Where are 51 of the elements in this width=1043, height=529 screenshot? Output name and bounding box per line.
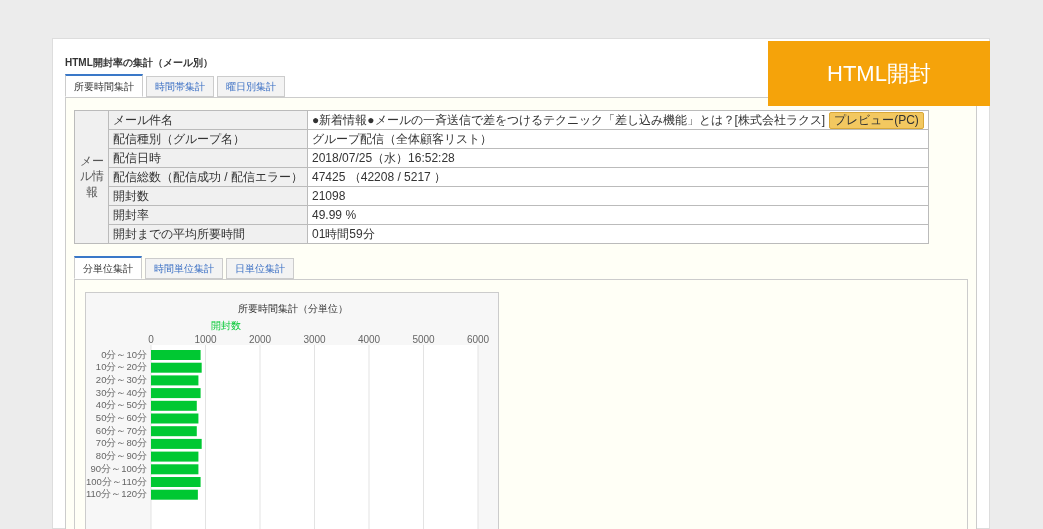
bar <box>151 464 199 475</box>
tab[interactable]: 曜日別集計 <box>217 76 285 97</box>
group-label: メール情報 <box>74 110 109 244</box>
category-label: 70分～80分 <box>95 437 147 449</box>
page-heading: HTML開封率の集計（メール別） <box>65 56 214 70</box>
category-label: 30分～40分 <box>95 386 147 398</box>
bar <box>151 477 201 487</box>
bar <box>151 438 202 449</box>
bar <box>151 451 199 462</box>
bar <box>151 375 199 386</box>
category-label: 0分～10分 <box>101 348 147 360</box>
badge: HTML開封 <box>768 41 990 106</box>
category-label: 110分～120分 <box>86 488 147 500</box>
category-label: 40分～50分 <box>95 399 147 411</box>
bar <box>151 350 201 360</box>
row-value: グループ配信（全体顧客リスト） <box>312 131 492 147</box>
row-label: メール件名 <box>108 110 308 130</box>
bar <box>151 388 201 399</box>
category-label: 20分～30分 <box>95 373 147 385</box>
bar <box>151 413 199 424</box>
category-label: 60分～70分 <box>95 424 147 436</box>
category-label: 50分～60分 <box>95 412 147 423</box>
bar <box>151 400 197 411</box>
row-value: 2018/07/25（水）16:52:28 <box>312 150 455 166</box>
tab[interactable]: 日単位集計 <box>226 258 294 279</box>
axis-tick-label: 6000 <box>466 334 490 345</box>
preview-button[interactable]: プレビュー(PC) <box>829 111 924 129</box>
tab[interactable]: 分単位集計 <box>74 256 142 279</box>
chart-title: 所要時間集計（分単位） <box>238 303 348 314</box>
axis-tick-label: 1000 <box>194 334 217 345</box>
bar <box>151 426 197 437</box>
category-label: 100分～110分 <box>86 475 147 487</box>
tab[interactable]: 所要時間集計 <box>65 74 143 97</box>
axis-tick-label: 0 <box>148 334 154 345</box>
row-value: 49.99 % <box>312 207 357 223</box>
row-value: 47425 （42208 / 5217 ） <box>312 169 447 185</box>
axis-tick-label: 4000 <box>357 334 381 345</box>
category-label: 90分～100分 <box>90 462 147 474</box>
bar <box>151 362 202 373</box>
tab[interactable]: 時間単位集計 <box>145 258 223 279</box>
category-label: 10分～20分 <box>95 361 147 373</box>
tab[interactable]: 時間帯集計 <box>146 76 214 97</box>
row-value: ●新着情報●メールの一斉送信で差をつけるテクニック「差し込み機能」とは？[株式会社ラクス] <box>312 112 826 128</box>
legend-label: 開封数 <box>210 320 241 331</box>
axis-tick-label: 2000 <box>248 334 272 345</box>
row-value: 01時間59分 <box>312 226 375 242</box>
axis-tick-label: 3000 <box>303 334 326 345</box>
row-value: 21098 <box>312 188 346 204</box>
axis-tick-label: 5000 <box>412 334 435 345</box>
bar <box>151 489 198 500</box>
category-label: 80分～90分 <box>95 450 147 462</box>
